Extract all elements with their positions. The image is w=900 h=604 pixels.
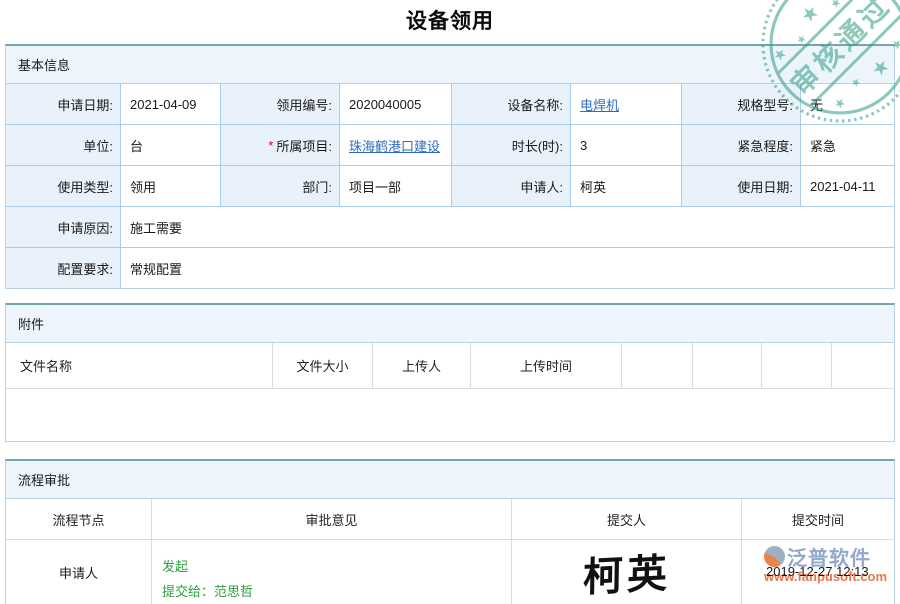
field-label-device-name: 设备名称: xyxy=(452,84,571,125)
basic-info-table: 申请日期: 2021-04-09 领用编号: 2020040005 设备名称: … xyxy=(6,84,894,288)
approval-node-cell: 申请人 xyxy=(6,540,152,604)
field-label-apply-reason: 申请原因: xyxy=(6,207,121,248)
attachments-empty-body xyxy=(6,389,894,441)
basic-info-section-title: 基本信息 xyxy=(6,46,894,84)
opinion-line-submit-to: 提交给：范思哲 xyxy=(162,579,253,604)
field-value-requisition-no: 2020040005 xyxy=(340,84,452,125)
field-label-config-req: 配置要求: xyxy=(6,248,121,288)
opinion-line-initiate: 发起 xyxy=(162,554,253,579)
attachments-section: 附件 文件名称 文件大小 上传人 上传时间 xyxy=(5,303,895,442)
field-label-spec-model: 规格型号: xyxy=(682,84,801,125)
field-label-urgency: 紧急程度: xyxy=(682,125,801,166)
field-value-department: 项目一部 xyxy=(340,166,452,207)
section-title-label: 附件 xyxy=(18,314,44,333)
field-value-spec-model: 无 xyxy=(801,84,894,125)
approval-table-row: 申请人 发起 提交给：范思哲 柯英 泛普软件 www.fanpusoft.com… xyxy=(6,540,894,604)
field-value-unit: 台 xyxy=(121,125,221,166)
field-value-project: 珠海鹤港口建设 xyxy=(340,125,452,166)
field-value-device-name: 电焊机 xyxy=(571,84,682,125)
field-value-use-type: 领用 xyxy=(121,166,221,207)
field-label-project-text: 所属项目: xyxy=(276,136,332,155)
project-link[interactable]: 珠海鹤港口建设 xyxy=(349,136,440,155)
column-header-uploader: 上传人 xyxy=(373,343,471,389)
column-header-empty xyxy=(762,343,832,389)
field-value-duration: 3 xyxy=(571,125,682,166)
column-header-upload-time: 上传时间 xyxy=(471,343,622,389)
field-value-config-req: 常规配置 xyxy=(121,248,894,288)
approval-table-header: 流程节点 审批意见 提交人 提交时间 xyxy=(6,499,894,540)
basic-info-section: 基本信息 申请日期: 2021-04-09 领用编号: 2020040005 设… xyxy=(5,44,895,289)
approval-submitter-cell: 柯英 xyxy=(512,540,742,604)
approval-section: 流程审批 流程节点 审批意见 提交人 提交时间 申请人 发起 提交给：范思哲 柯… xyxy=(5,459,895,604)
field-value-apply-date: 2021-04-09 xyxy=(121,84,221,125)
page-title: 设备领用 xyxy=(0,5,900,35)
field-value-apply-reason: 施工需要 xyxy=(121,207,894,248)
field-label-use-date: 使用日期: xyxy=(682,166,801,207)
field-value-applicant: 柯英 xyxy=(571,166,682,207)
column-header-empty xyxy=(693,343,762,389)
column-header-file-size: 文件大小 xyxy=(273,343,373,389)
field-label-applicant: 申请人: xyxy=(452,166,571,207)
approval-section-title: 流程审批 xyxy=(6,461,894,499)
section-title-label: 基本信息 xyxy=(18,55,70,74)
approval-opinion-cell: 发起 提交给：范思哲 xyxy=(152,540,512,604)
device-name-link[interactable]: 电焊机 xyxy=(580,95,619,114)
section-title-label: 流程审批 xyxy=(18,470,70,489)
field-value-use-date: 2021-04-11 xyxy=(801,166,894,207)
field-label-use-type: 使用类型: xyxy=(6,166,121,207)
submit-time: 2019-12-27 12:13 xyxy=(766,564,869,579)
column-header-empty xyxy=(832,343,894,389)
required-asterisk: * xyxy=(268,138,273,153)
field-label-apply-date: 申请日期: xyxy=(6,84,121,125)
attachments-table-header: 文件名称 文件大小 上传人 上传时间 xyxy=(6,343,894,389)
column-header-approval-opinion: 审批意见 xyxy=(152,499,512,540)
column-header-submitter: 提交人 xyxy=(512,499,742,540)
field-label-department: 部门: xyxy=(221,166,340,207)
column-header-empty xyxy=(622,343,693,389)
column-header-submit-time: 提交时间 xyxy=(742,499,894,540)
submitter-signature: 柯英 xyxy=(582,541,671,604)
field-label-unit: 单位: xyxy=(6,125,121,166)
column-header-flow-node: 流程节点 xyxy=(6,499,152,540)
field-label-project: * 所属项目: xyxy=(221,125,340,166)
approval-submit-time-cell: 泛普软件 www.fanpusoft.com 2019-12-27 12:13 xyxy=(742,540,894,604)
column-header-file-name: 文件名称 xyxy=(6,343,273,389)
field-label-duration: 时长(时): xyxy=(452,125,571,166)
attachments-section-title: 附件 xyxy=(6,305,894,343)
field-label-requisition-no: 领用编号: xyxy=(221,84,340,125)
field-value-urgency: 紧急 xyxy=(801,125,894,166)
